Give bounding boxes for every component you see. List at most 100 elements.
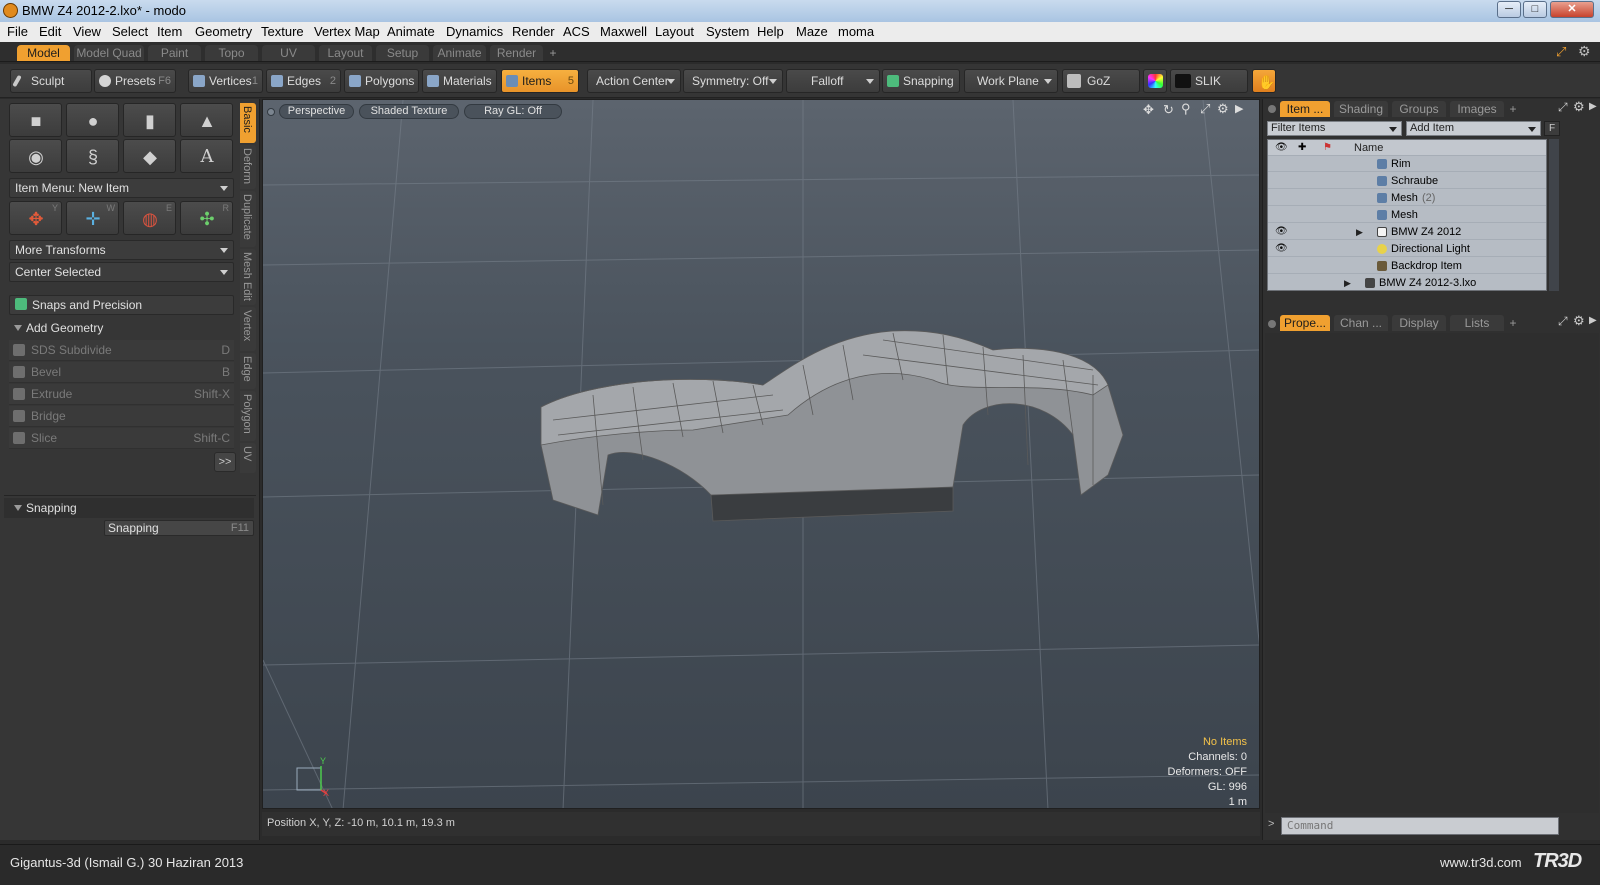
vtab-mesh-edit[interactable]: Mesh Edit: [240, 249, 256, 305]
tree-row-directional-light[interactable]: 👁 Directional Light: [1268, 241, 1546, 257]
snaps-and-precision-button[interactable]: Snaps and Precision: [9, 295, 234, 315]
panel-options-dot[interactable]: [1268, 320, 1276, 328]
tab-channels[interactable]: Chan ...: [1334, 315, 1388, 331]
menu-select[interactable]: Select: [112, 24, 148, 39]
panel-options-dot[interactable]: [1268, 105, 1276, 113]
tab-model[interactable]: Model: [17, 45, 70, 61]
menu-maze[interactable]: Maze: [796, 24, 828, 39]
maximize-viewport-icon[interactable]: ⤢: [1200, 101, 1210, 117]
menu-file[interactable]: File: [7, 24, 28, 39]
extrude-button[interactable]: Extrude Shift-X: [9, 384, 234, 405]
materials-button[interactable]: Materials: [422, 69, 497, 93]
tab-paint[interactable]: Paint: [148, 45, 201, 61]
tab-shading[interactable]: Shading: [1334, 101, 1388, 117]
panel-gear-icon[interactable]: ⚙: [1573, 313, 1585, 329]
filter-items-dropdown[interactable]: Filter Items: [1267, 121, 1402, 136]
panel-more-icon[interactable]: ▶: [1589, 101, 1597, 112]
vtab-uv[interactable]: UV: [240, 443, 256, 473]
slik-button[interactable]: SLIK: [1170, 69, 1248, 93]
menu-edit[interactable]: Edit: [39, 24, 61, 39]
cylinder-tool-button[interactable]: ▮: [123, 103, 176, 137]
add-item-dropdown[interactable]: Add Item: [1406, 121, 1541, 136]
shading-dropdown[interactable]: Shaded Texture: [359, 104, 459, 119]
item-menu-dropdown[interactable]: Item Menu: New Item: [9, 178, 234, 198]
work-plane-dropdown[interactable]: Work Plane: [964, 69, 1058, 93]
add-panel-tab-button[interactable]: +: [1506, 315, 1520, 331]
expand-panel-icon[interactable]: ⤢: [1558, 100, 1568, 115]
transform-tool-button[interactable]: ✛ W: [66, 201, 119, 235]
sds-subdivide-button[interactable]: SDS Subdivide D: [9, 340, 234, 361]
menu-layout[interactable]: Layout: [655, 24, 694, 39]
hand-tool-button[interactable]: ✋: [1252, 69, 1276, 93]
tab-items-list[interactable]: Item ...: [1280, 101, 1330, 117]
sphere-tool-button[interactable]: ●: [66, 103, 119, 137]
tab-layout[interactable]: Layout: [319, 45, 372, 61]
slice-button[interactable]: Slice Shift-C: [9, 428, 234, 449]
expand-icon[interactable]: ⤢: [1556, 44, 1566, 60]
tab-lists[interactable]: Lists: [1450, 315, 1504, 331]
vtab-polygon[interactable]: Polygon: [240, 391, 256, 441]
move-tool-button[interactable]: ✥ Y: [9, 201, 62, 235]
tree-row-backdrop-item[interactable]: Backdrop Item: [1268, 258, 1546, 274]
menu-vertex-map[interactable]: Vertex Map: [314, 24, 380, 39]
add-panel-tab-button[interactable]: +: [1506, 101, 1520, 117]
vtab-vertex[interactable]: Vertex: [240, 307, 256, 351]
scale-tool-button[interactable]: ✣ R: [180, 201, 233, 235]
sculpt-button[interactable]: Sculpt: [10, 69, 92, 93]
rotate-tool-button[interactable]: ◍ E: [123, 201, 176, 235]
more-transforms-dropdown[interactable]: More Transforms: [9, 240, 234, 260]
eye-icon[interactable]: 👁: [1275, 226, 1288, 237]
tree-row-schraube[interactable]: Schraube: [1268, 173, 1546, 189]
vertices-button[interactable]: Vertices 1: [188, 69, 263, 93]
snapping-toggle-button[interactable]: Snapping F11: [104, 520, 254, 536]
more-tools-button[interactable]: >>: [214, 452, 236, 472]
menu-texture[interactable]: Texture: [261, 24, 304, 39]
tab-setup[interactable]: Setup: [376, 45, 429, 61]
menu-acs[interactable]: ACS: [563, 24, 590, 39]
eye-icon[interactable]: 👁: [1275, 243, 1288, 254]
add-geometry-header[interactable]: Add Geometry: [4, 318, 234, 338]
menu-render[interactable]: Render: [512, 24, 555, 39]
panel-gear-icon[interactable]: ⚙: [1573, 99, 1585, 115]
action-center-dropdown[interactable]: Action Center: [587, 69, 681, 93]
filter-toggle-button[interactable]: F: [1544, 121, 1560, 136]
menu-dynamics[interactable]: Dynamics: [446, 24, 503, 39]
maximize-button[interactable]: □: [1523, 1, 1547, 18]
close-button[interactable]: ✕: [1550, 1, 1594, 18]
tree-row-rim[interactable]: Rim: [1268, 156, 1546, 172]
vtab-deform[interactable]: Deform: [240, 145, 256, 189]
torus-tool-button[interactable]: ◉: [9, 139, 62, 173]
pan-icon[interactable]: ✥: [1143, 102, 1154, 118]
tube-tool-button[interactable]: §: [66, 139, 119, 173]
menu-geometry[interactable]: Geometry: [195, 24, 252, 39]
menu-item[interactable]: Item: [157, 24, 182, 39]
tab-groups[interactable]: Groups: [1392, 101, 1446, 117]
raygl-toggle[interactable]: Ray GL: Off: [464, 104, 562, 119]
minimize-button[interactable]: ─: [1497, 1, 1521, 18]
menu-maxwell[interactable]: Maxwell: [600, 24, 647, 39]
center-selected-dropdown[interactable]: Center Selected: [9, 262, 234, 282]
tab-images[interactable]: Images: [1450, 101, 1504, 117]
polygons-button[interactable]: Polygons: [344, 69, 419, 93]
symmetry-dropdown[interactable]: Symmetry: Off: [683, 69, 783, 93]
menu-help[interactable]: Help: [757, 24, 784, 39]
tab-topo[interactable]: Topo: [205, 45, 258, 61]
expand-arrow-icon[interactable]: ▶: [1356, 224, 1364, 240]
falloff-dropdown[interactable]: Falloff: [786, 69, 880, 93]
pen-tool-button[interactable]: ◆: [123, 139, 176, 173]
edges-button[interactable]: Edges 2: [266, 69, 341, 93]
snapping-header[interactable]: Snapping: [4, 498, 254, 518]
viewport-gear-icon[interactable]: ⚙: [1217, 101, 1229, 117]
presets-button[interactable]: Presets F6: [94, 69, 176, 93]
add-tab-button[interactable]: +: [546, 45, 560, 61]
gear-icon[interactable]: ⚙: [1578, 43, 1591, 60]
tab-display[interactable]: Display: [1392, 315, 1446, 331]
text-tool-button[interactable]: A: [180, 139, 233, 173]
bridge-button[interactable]: Bridge: [9, 406, 234, 427]
tab-uv[interactable]: UV: [262, 45, 315, 61]
zoom-icon[interactable]: ⚲: [1181, 101, 1191, 117]
menu-moma[interactable]: moma: [838, 24, 874, 39]
command-input[interactable]: Command: [1281, 817, 1559, 835]
cube-tool-button[interactable]: ■: [9, 103, 62, 137]
tab-properties[interactable]: Prope...: [1280, 315, 1330, 331]
